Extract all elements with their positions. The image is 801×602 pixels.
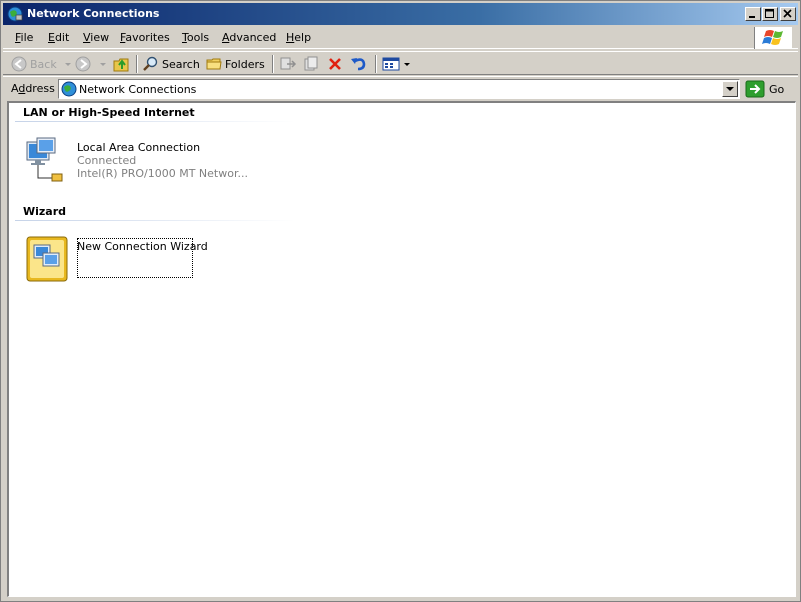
- forward-arrow-icon: [75, 56, 91, 72]
- copy-to-button[interactable]: [303, 54, 324, 74]
- windows-logo: [754, 27, 792, 49]
- group-divider: [15, 220, 295, 221]
- window-title: Network Connections: [27, 7, 160, 20]
- views-button[interactable]: [382, 54, 414, 74]
- go-arrow-icon: [745, 80, 765, 98]
- address-label-end: dress: [25, 82, 55, 95]
- window: Network Connections File Edit View Favor…: [0, 0, 801, 602]
- close-icon: [783, 9, 792, 18]
- minimize-icon: [749, 16, 755, 18]
- address-label: Address: [11, 82, 55, 95]
- group-divider: [15, 121, 295, 122]
- lan-connection-name[interactable]: Local Area Connection: [77, 141, 200, 154]
- folder-icon: [206, 58, 222, 70]
- undo-icon: [351, 58, 366, 71]
- go-label: Go: [769, 82, 785, 96]
- back-dropdown-icon: [64, 63, 71, 66]
- up-folder-button[interactable]: [113, 54, 134, 74]
- address-dropdown-button[interactable]: [722, 81, 738, 97]
- group-header-lan: LAN or High-Speed Internet: [23, 106, 195, 119]
- views-icon: [382, 57, 400, 71]
- lan-connection-device: Intel(R) PRO/1000 MT Networ...: [77, 167, 248, 180]
- menu-file-label: ile: [20, 31, 34, 44]
- close-button[interactable]: [780, 7, 796, 21]
- lan-connection-status: Connected: [77, 154, 137, 167]
- copy-to-icon: [304, 56, 318, 71]
- menu-view[interactable]: View: [83, 31, 109, 44]
- address-bar: Address Network Connections Go: [3, 76, 798, 100]
- windows-flag-icon: [762, 30, 783, 45]
- network-globe-icon: [61, 81, 77, 97]
- menu-advanced-label: dvanced: [229, 31, 277, 44]
- address-combobox[interactable]: Network Connections: [58, 79, 740, 99]
- connections-view: LAN or High-Speed Internet Local Area Co…: [7, 101, 796, 597]
- go-button[interactable]: Go: [745, 79, 784, 99]
- menu-file[interactable]: File: [15, 31, 33, 44]
- toolbar-separator: [272, 55, 274, 73]
- menu-help[interactable]: Help: [286, 31, 311, 44]
- menu-view-label: iew: [90, 31, 110, 44]
- maximize-button[interactable]: [762, 7, 778, 21]
- chevron-down-icon: [726, 87, 734, 91]
- move-to-icon: [280, 57, 297, 70]
- toolbar-separator: [136, 55, 138, 73]
- delete-button[interactable]: [327, 54, 346, 74]
- menu-tools[interactable]: Tools: [182, 31, 209, 44]
- menu-edit-label: dit: [54, 31, 70, 44]
- new-connection-wizard-name[interactable]: New Connection Wizard: [77, 240, 208, 253]
- folders-label: Folders: [225, 57, 265, 71]
- menu-favorites-label: avorites: [125, 31, 170, 44]
- back-button[interactable]: Back: [11, 54, 76, 74]
- menu-edit[interactable]: Edit: [48, 31, 69, 44]
- search-label: Search: [162, 57, 200, 71]
- menu-bar: File Edit View Favorites Tools Advanced …: [3, 27, 798, 49]
- title-bar[interactable]: Network Connections: [3, 3, 798, 25]
- address-input[interactable]: Network Connections: [79, 83, 196, 96]
- menu-edit-accel: E: [48, 31, 55, 44]
- network-globe-icon: [7, 6, 23, 22]
- search-icon: [143, 56, 158, 71]
- views-dropdown-icon: [404, 63, 410, 66]
- back-label: Back: [30, 57, 57, 71]
- search-button[interactable]: Search: [143, 54, 200, 74]
- back-arrow-icon: [11, 56, 27, 72]
- new-connection-wizard-icon[interactable]: [25, 235, 69, 283]
- menu-tools-label: ools: [186, 31, 210, 44]
- menu-favorites[interactable]: Favorites: [120, 31, 170, 44]
- lan-connection-icon[interactable]: [23, 136, 65, 184]
- toolbar-separator: [375, 55, 377, 73]
- maximize-icon: [765, 9, 774, 18]
- forward-dropdown-icon: [100, 63, 106, 66]
- up-folder-icon: [113, 58, 129, 72]
- forward-button[interactable]: [75, 54, 111, 74]
- undo-button[interactable]: [350, 54, 371, 74]
- move-to-button[interactable]: [279, 54, 300, 74]
- minimize-button[interactable]: [745, 7, 761, 21]
- menu-help-label: elp: [294, 31, 312, 44]
- menu-advanced[interactable]: Advanced: [222, 31, 276, 44]
- delete-x-icon: [329, 58, 341, 70]
- folders-button[interactable]: Folders: [206, 54, 265, 74]
- standard-toolbar: Back Search Folders: [3, 51, 798, 75]
- group-header-wizard: Wizard: [23, 205, 67, 218]
